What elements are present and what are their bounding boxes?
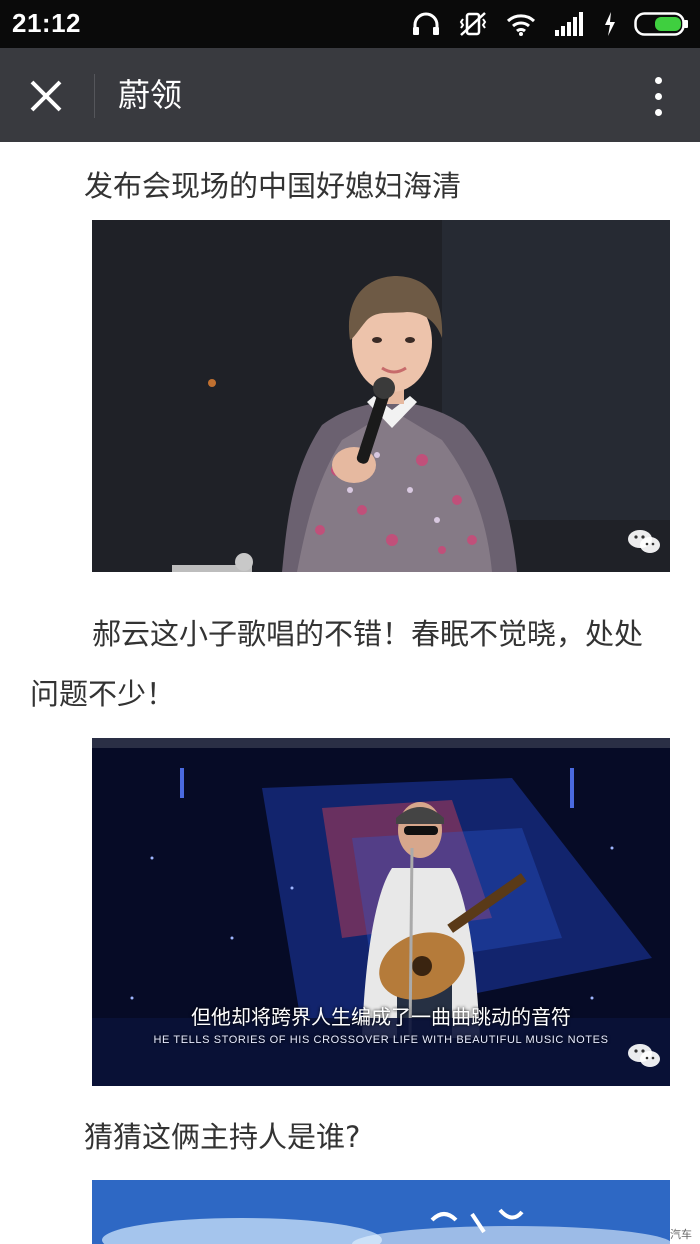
video-subtitle-chinese: 但他却将跨界人生编成了一曲曲跳动的音符	[191, 1005, 571, 1029]
more-options-button[interactable]	[638, 70, 678, 122]
status-bar: 21:12	[0, 0, 700, 48]
headphones-icon	[413, 12, 439, 35]
more-vertical-icon	[654, 76, 662, 84]
wifi-icon	[506, 14, 536, 36]
article-photo-1[interactable]	[92, 220, 670, 572]
article-photo-2[interactable]: 但他却将跨界人生编成了一曲曲跳动的音符 HE TELLS STORIES OF …	[92, 738, 670, 1086]
app-bar-divider	[94, 74, 95, 118]
close-icon	[30, 80, 62, 112]
video-subtitle-english: HE TELLS STORIES OF HIS CROSSOVER LIFE W…	[153, 1034, 609, 1046]
charging-icon	[605, 12, 615, 36]
wechat-watermark-icon	[628, 1044, 660, 1067]
app-bar: 蔚领	[0, 48, 700, 142]
paragraph-2-line-2: 问题不少！	[30, 677, 176, 711]
article-content: 发布会现场的中国好媳妇海清 郝云这小子歌唱的不错！春眠不觉晓，处处 问题不少！ …	[0, 142, 700, 1244]
stage-performer-image	[92, 220, 670, 572]
corner-watermark: 汽车	[670, 1228, 692, 1241]
vibrate-mute-icon	[459, 12, 487, 36]
status-icons	[412, 10, 690, 38]
photo3-caption: 猜猜这俩主持人是谁?	[84, 1120, 361, 1154]
signal-icon	[555, 12, 583, 36]
page-title: 蔚领	[118, 76, 183, 114]
article-photo-3[interactable]	[92, 1180, 670, 1244]
close-button[interactable]	[22, 72, 70, 120]
status-time: 21:12	[12, 8, 81, 38]
hosts-image-partial	[92, 1180, 670, 1244]
photo1-caption: 发布会现场的中国好媳妇海清	[84, 169, 462, 203]
paragraph-2: 郝云这小子歌唱的不错！春眠不觉晓，处处 问题不少！	[30, 604, 680, 724]
wechat-watermark-icon	[628, 530, 660, 553]
battery-icon	[634, 12, 688, 36]
paragraph-2-line-1: 郝云这小子歌唱的不错！春眠不觉晓，处处	[92, 617, 644, 651]
